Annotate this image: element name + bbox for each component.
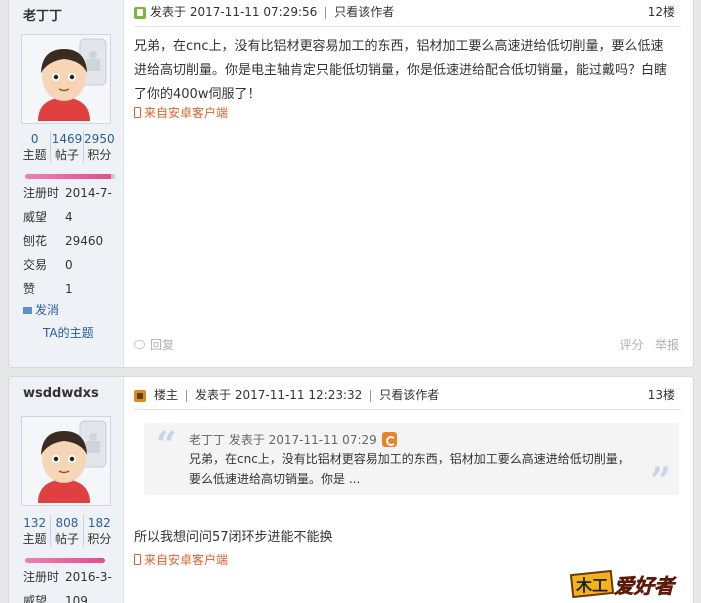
quote-text: 兄弟，在cnc上，没有比铝材更容易加工的东西，铝材加工要么高速进给低切削量，要么… — [189, 452, 630, 486]
owner-label: 楼主 — [154, 388, 179, 402]
stat-points[interactable]: 182 积分 — [82, 515, 115, 547]
only-author-link[interactable]: 只看该作者 — [334, 5, 394, 19]
owner-icon — [134, 389, 146, 402]
phone-icon — [134, 107, 141, 118]
from-client-link[interactable]: 来自安卓客户端 — [134, 551, 228, 568]
close-quote-icon: ” — [650, 460, 671, 502]
reply-icon — [134, 340, 145, 349]
quote-header: 老丁丁 发表于 2017-11-11 07:29 — [189, 431, 397, 448]
author-sidebar: 老丁丁 0 主题 1469 帖子 2950 积分 注册时 2014-7- 威望 4 — [9, 0, 124, 367]
open-quote-icon: “ — [156, 424, 177, 466]
rate-button[interactable]: 评分 — [620, 338, 644, 352]
post-header: 发表于 2017-11-11 07:29:56 只看该作者 12楼 — [134, 0, 681, 27]
avatar[interactable] — [21, 34, 111, 124]
author-name[interactable]: 老丁丁 — [23, 5, 62, 24]
post-content: 所以我想问问57闭环步进能不能换 — [134, 530, 333, 545]
author-info: 注册时 2016-3- 威望 109 — [23, 570, 112, 603]
report-button[interactable]: 举报 — [655, 338, 679, 352]
online-icon — [134, 6, 146, 19]
post-time: 发表于 2017-11-11 07:29:56 — [150, 5, 318, 19]
post-footer: 回复 评分 举报 — [134, 336, 681, 356]
post-time: 发表于 2017-11-11 12:23:32 — [195, 388, 363, 402]
logo-icon: 木工 爱好者 — [569, 569, 677, 598]
author-sidebar: wsddwdxs 132 主题 808 帖子 182 积分 注册时 2016-3- — [9, 377, 124, 603]
only-author-link[interactable]: 只看该作者 — [379, 388, 439, 402]
phone-icon — [134, 554, 141, 565]
stat-posts[interactable]: 1469 帖子 — [50, 131, 82, 163]
quote-block: “ 老丁丁 发表于 2017-11-11 07:29 兄弟，在cnc上，没有比铝… — [144, 423, 679, 499]
post-content: 兄弟，在cnc上，没有比铝材更容易加工的东西，铝材加工要么高速进给低切削量，要么… — [134, 39, 668, 102]
stat-posts[interactable]: 808 帖子 — [50, 515, 82, 547]
author-stats: 0 主题 1469 帖子 2950 积分 — [19, 131, 115, 163]
from-client-link[interactable]: 来自安卓客户端 — [134, 104, 228, 121]
stat-threads[interactable]: 0 主题 — [19, 131, 50, 163]
svg-text:爱好者: 爱好者 — [614, 574, 677, 598]
stat-points[interactable]: 2950 积分 — [82, 131, 115, 163]
android-avatar-icon — [24, 37, 108, 121]
level-bar — [25, 558, 105, 563]
floor-number[interactable]: 12楼 — [648, 0, 675, 27]
send-message-link[interactable]: 发消 — [23, 301, 59, 318]
avatar[interactable] — [21, 416, 111, 506]
reply-button[interactable]: 回复 — [134, 336, 174, 353]
author-name[interactable]: wsddwdxs — [23, 386, 99, 401]
post-header: 楼主 发表于 2017-11-11 12:23:32 只看该作者 13楼 — [134, 380, 681, 410]
goto-quote-icon[interactable] — [381, 432, 397, 447]
floor-number[interactable]: 13楼 — [648, 380, 675, 410]
site-logo[interactable]: 木工 爱好者 — [569, 565, 692, 599]
ta-threads-link[interactable]: TA的主题 — [43, 324, 94, 341]
android-avatar-icon — [24, 419, 108, 503]
mail-icon — [23, 307, 32, 314]
level-bar — [25, 174, 115, 179]
author-stats: 132 主题 808 帖子 182 积分 — [19, 515, 115, 547]
post-12: 老丁丁 0 主题 1469 帖子 2950 积分 注册时 2014-7- 威望 4 — [8, 0, 694, 368]
stat-threads[interactable]: 132 主题 — [19, 515, 50, 547]
svg-text:木工: 木工 — [575, 576, 608, 595]
author-info: 注册时 2014-7- 威望 4 刨花 29460 交易 0 赞1 — [23, 186, 112, 296]
